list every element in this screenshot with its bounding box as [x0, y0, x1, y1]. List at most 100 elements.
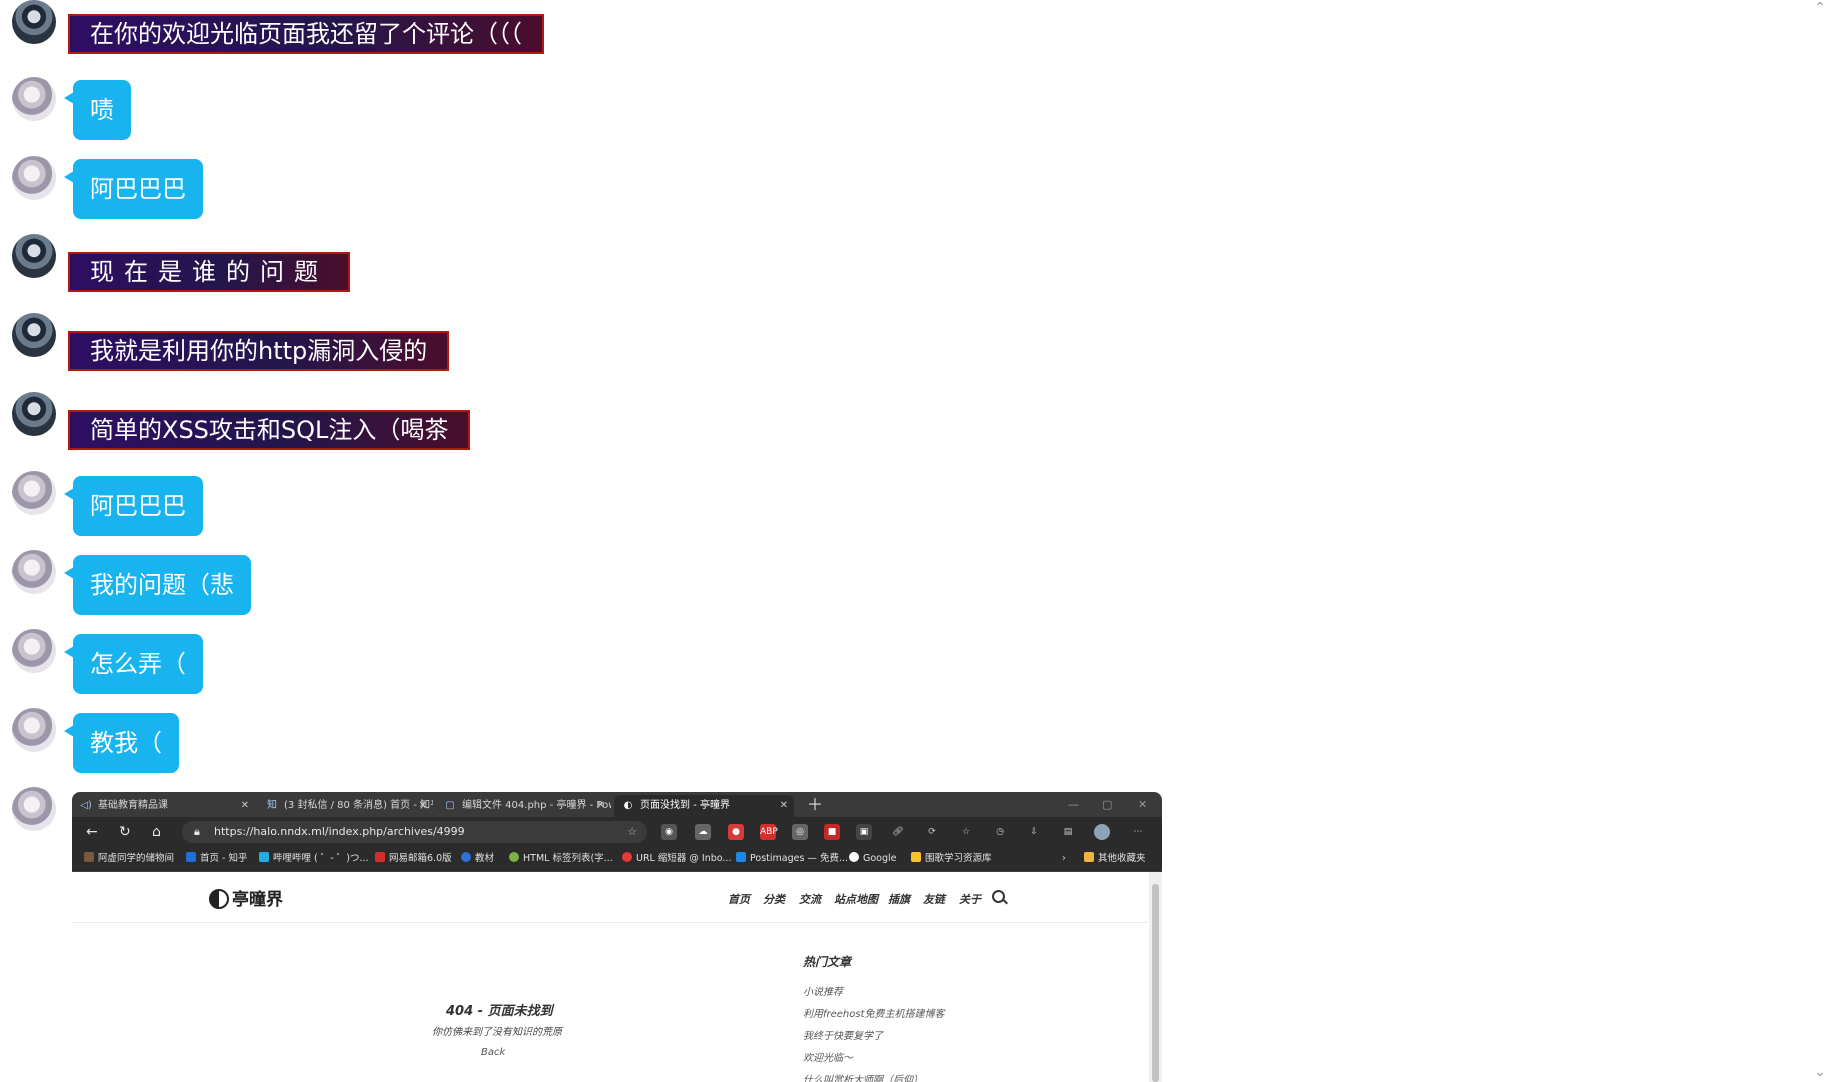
- not-found-subtitle: 你仿佛来到了没有知识的荒原: [432, 1027, 562, 1038]
- new-tab-button[interactable]: ＋: [807, 792, 823, 817]
- message-text: 怎么弄（: [64, 634, 203, 694]
- close-icon[interactable]: ✕: [419, 795, 427, 817]
- more-icon[interactable]: ⋯: [1130, 824, 1146, 840]
- bookmark-label: 围歌学习资源库: [925, 853, 992, 864]
- tab-label: (3 封私信 / 80 条消息) 首页 - 知乎: [284, 800, 433, 811]
- nav-link[interactable]: 站点地图: [834, 891, 878, 907]
- bookmark[interactable]: 围歌学习资源库: [911, 847, 992, 871]
- scrollbar-thumb[interactable]: [1152, 884, 1159, 1082]
- adblock-icon[interactable]: ABP: [760, 824, 778, 840]
- avatar[interactable]: [12, 471, 56, 515]
- collapse-icon[interactable]: ⌃: [1814, 0, 1826, 16]
- message-text: 简单的XSS攻击和SQL注入（喝茶: [68, 410, 471, 450]
- refresh-icon[interactable]: ↻: [119, 823, 131, 841]
- html-icon: [509, 852, 519, 862]
- message-text: 现在是谁的问题: [68, 252, 350, 292]
- close-icon[interactable]: ✕: [780, 795, 788, 817]
- avatar[interactable]: [12, 0, 56, 44]
- bookmark[interactable]: 教材: [461, 847, 494, 871]
- tab-label: 基础教育精品课: [98, 800, 168, 811]
- address-bar[interactable]: 🔒︎ https://halo.nndx.ml/index.php/archiv…: [182, 821, 647, 843]
- bookmark-folder[interactable]: 其他收藏夹: [1084, 847, 1146, 871]
- hot-article-link[interactable]: 欢迎光临～: [803, 1049, 853, 1064]
- hot-article-link[interactable]: 利用freehost免费主机搭建博客: [803, 1005, 945, 1020]
- nav-link[interactable]: 分类: [763, 891, 785, 907]
- folder-icon: [84, 852, 94, 862]
- bookmark-label: URL 缩短器 @ Inbo...: [636, 853, 732, 864]
- file-icon: ▢: [445, 800, 455, 811]
- extension-icon[interactable]: ◎: [792, 824, 808, 840]
- hot-article-link[interactable]: 小说推荐: [803, 983, 843, 998]
- profile-avatar[interactable]: [1094, 824, 1110, 840]
- message-text: 教我（: [64, 713, 179, 773]
- browser-tab-active[interactable]: ◐ 页面没找到 - 亭曈界 ✕: [614, 795, 794, 817]
- close-icon[interactable]: ✕: [597, 795, 605, 817]
- hot-article-link[interactable]: 什么叫赏析大师啊（后仰）: [803, 1071, 923, 1082]
- page-scrollbar[interactable]: [1149, 872, 1162, 1082]
- bookmark[interactable]: HTML 标签列表(字...: [509, 847, 613, 871]
- search-icon[interactable]: [992, 890, 1005, 903]
- message-text: 啧: [64, 80, 131, 140]
- avatar[interactable]: [12, 156, 56, 200]
- bookmark[interactable]: 网易邮箱6.0版: [375, 847, 452, 871]
- not-found-title: 404 - 页面未找到: [446, 1004, 553, 1019]
- download-icon[interactable]: ⇩: [1026, 824, 1042, 840]
- bookmark-label: 首页 - 知乎: [200, 853, 248, 864]
- nav-link[interactable]: 交流: [799, 891, 821, 907]
- avatar[interactable]: [12, 77, 56, 121]
- site-header: 亭曈界 首页 分类 交流 站点地图 插旗 友链 关于: [72, 872, 1149, 923]
- extension-icon[interactable]: ▣: [856, 824, 872, 840]
- avatar[interactable]: [12, 392, 56, 436]
- collections-icon[interactable]: ▤: [1060, 824, 1076, 840]
- browser-tab[interactable]: ▢ 编辑文件 404.php - 亭曈界 - Pow ✕: [436, 795, 611, 817]
- back-link[interactable]: Back: [481, 1047, 505, 1058]
- avatar[interactable]: [12, 313, 56, 357]
- bookmark[interactable]: Google: [849, 847, 897, 871]
- extension-icon[interactable]: ⟳: [924, 824, 940, 840]
- bookmark[interactable]: Postimages — 免费...: [736, 847, 848, 871]
- book-icon: [461, 852, 471, 862]
- minimize-icon[interactable]: —: [1068, 792, 1079, 817]
- link-icon[interactable]: 🔗︎: [890, 824, 906, 840]
- close-icon[interactable]: ✕: [241, 795, 249, 817]
- close-window-icon[interactable]: ✕: [1138, 792, 1147, 817]
- extension-icon[interactable]: ●: [728, 824, 744, 840]
- nav-link[interactable]: 关于: [959, 891, 981, 907]
- bookmarks-bar: 阿虚同学的储物间 首页 - 知乎 哔哩哔哩 ( ゜- ゜)つ... 网易邮箱6.…: [72, 847, 1162, 872]
- nav-link[interactable]: 插旗: [888, 891, 910, 907]
- message-text: 我就是利用你的http漏洞入侵的: [68, 331, 450, 371]
- avatar[interactable]: [12, 629, 56, 673]
- message-text: 阿巴巴巴: [64, 476, 203, 536]
- bookmark-label: Postimages — 免费...: [750, 853, 849, 864]
- avatar[interactable]: [12, 787, 56, 831]
- bookmark-label: 其他收藏夹: [1098, 853, 1146, 864]
- favorite-icon[interactable]: ☆: [627, 821, 637, 843]
- avatar[interactable]: [12, 550, 56, 594]
- bookmark-label: 教材: [475, 853, 495, 864]
- bookmark[interactable]: URL 缩短器 @ Inbo...: [622, 847, 731, 871]
- avatar[interactable]: [12, 234, 56, 278]
- expand-icon[interactable]: ⌄: [1814, 1064, 1826, 1080]
- history-icon[interactable]: ◷: [992, 824, 1008, 840]
- avatar[interactable]: [12, 708, 56, 752]
- site-logo[interactable]: 亭曈界: [209, 885, 283, 910]
- extension-icon[interactable]: ◉: [661, 824, 677, 840]
- chevron-right-icon[interactable]: ›: [1062, 847, 1066, 871]
- back-icon[interactable]: ←: [86, 823, 98, 841]
- hot-article-link[interactable]: 我终于快要复学了: [803, 1027, 883, 1042]
- image-message[interactable]: ◁) 基础教育精品课 ✕ 知 (3 封私信 / 80 条消息) 首页 - 知乎 ✕ …: [72, 792, 1162, 1082]
- home-icon[interactable]: ⌂: [152, 823, 161, 841]
- zhihu-icon: 知: [267, 800, 277, 811]
- nav-link[interactable]: 友链: [923, 891, 945, 907]
- bookmark[interactable]: 哔哩哔哩 ( ゜- ゜)つ...: [259, 847, 368, 871]
- browser-tab[interactable]: 知 (3 封私信 / 80 条消息) 首页 - 知乎 ✕: [258, 795, 433, 817]
- bookmark[interactable]: 首页 - 知乎: [186, 847, 247, 871]
- favorites-icon[interactable]: ☆: [958, 824, 974, 840]
- bookmark[interactable]: 阿虚同学的储物间: [84, 847, 174, 871]
- extension-icon[interactable]: ☁: [695, 824, 711, 840]
- browser-tab[interactable]: ◁) 基础教育精品课 ✕: [72, 795, 255, 817]
- address-row: ← ↻ ⌂ 🔒︎ https://halo.nndx.ml/index.php/…: [72, 817, 1162, 847]
- maximize-icon[interactable]: ▢: [1102, 792, 1112, 817]
- extension-icon[interactable]: ■: [824, 824, 840, 840]
- nav-link[interactable]: 首页: [728, 891, 750, 907]
